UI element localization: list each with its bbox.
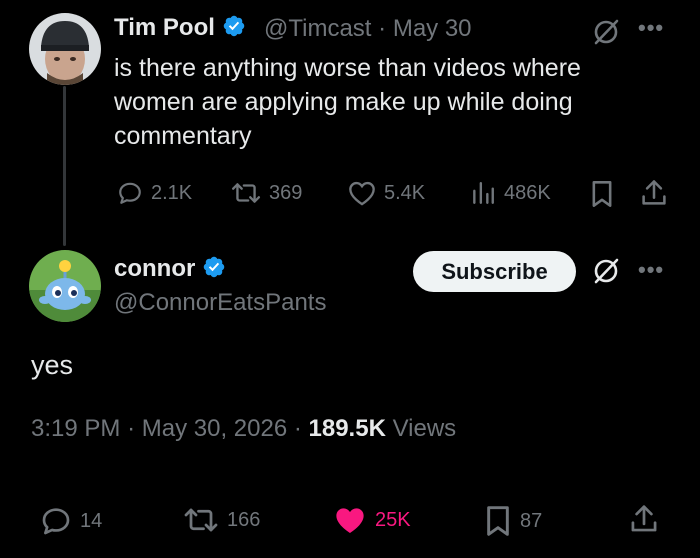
- share-icon[interactable]: [629, 503, 659, 540]
- reply-icon: [119, 182, 141, 204]
- reply-count: 2.1K: [151, 181, 193, 204]
- repost-count: 369: [269, 181, 303, 204]
- tweet-date[interactable]: May 30: [393, 15, 472, 42]
- separator: ·: [127, 415, 136, 442]
- reply-author-name-text[interactable]: connor: [114, 255, 195, 282]
- views-button[interactable]: 486K: [470, 180, 551, 206]
- verified-icon: [222, 14, 246, 45]
- tweet-text-line: women are applying make up while doing: [114, 88, 573, 116]
- like-icon: [349, 181, 375, 206]
- verified-icon: [202, 255, 226, 286]
- views-label: Views: [392, 415, 457, 442]
- tweet-full-date[interactable]: May 30, 2026: [142, 415, 287, 442]
- reply-icon: [42, 508, 70, 535]
- reply-button[interactable]: 14: [40, 505, 102, 537]
- separator: ·: [378, 15, 387, 42]
- subscribe-button[interactable]: Subscribe: [413, 251, 576, 292]
- like-count: 5.4K: [384, 181, 426, 204]
- tweet-time[interactable]: 3:19 PM: [31, 415, 120, 442]
- author-name-text[interactable]: Tim Pool: [114, 14, 215, 41]
- bookmark-icon: [487, 506, 509, 536]
- thread-line: [63, 86, 66, 246]
- tweet-text: is there anything worse than videos wher…: [114, 51, 674, 153]
- bookmark-count: 87: [520, 509, 543, 532]
- avatar-tim-pool[interactable]: [29, 13, 101, 85]
- views-count: 486K: [504, 181, 551, 204]
- author-name[interactable]: Tim Pool: [114, 14, 246, 45]
- repost-button[interactable]: 369: [231, 180, 302, 206]
- reply-author-name[interactable]: connor: [114, 255, 226, 286]
- reply-button[interactable]: 2.1K: [117, 180, 192, 206]
- grok-icon[interactable]: [591, 17, 621, 52]
- separator: ·: [293, 415, 302, 442]
- more-icon[interactable]: •••: [638, 257, 664, 283]
- like-button[interactable]: 5.4K: [348, 180, 425, 206]
- share-icon[interactable]: [640, 178, 668, 213]
- repost-button[interactable]: 166: [183, 505, 260, 535]
- views-icon: [473, 182, 494, 204]
- bookmark-icon[interactable]: [590, 180, 614, 213]
- more-icon[interactable]: •••: [638, 15, 664, 41]
- reply-text: yes: [31, 350, 74, 380]
- like-button[interactable]: 25K: [333, 505, 411, 535]
- author-handle[interactable]: @Timcast: [264, 15, 371, 42]
- like-icon: [336, 508, 364, 533]
- tweet-text-line: is there anything worse than videos wher…: [114, 54, 581, 82]
- repost-count: 166: [227, 508, 261, 531]
- tweet-text-line: commentary: [114, 122, 252, 150]
- repost-icon: [231, 183, 261, 203]
- avatar-connor[interactable]: [29, 250, 101, 322]
- views-count[interactable]: 189.5K: [309, 415, 386, 442]
- handle-and-date: @Timcast · May 30: [264, 15, 472, 43]
- grok-icon[interactable]: [591, 256, 621, 291]
- like-count: 25K: [375, 508, 411, 531]
- bookmark-button[interactable]: 87: [484, 505, 542, 537]
- tweet-meta: 3:19 PM · May 30, 2026 · 189.5K Views: [31, 415, 456, 443]
- reply-count: 14: [80, 509, 103, 532]
- reply-author-handle[interactable]: @ConnorEatsPants: [114, 289, 326, 317]
- repost-icon: [184, 508, 218, 532]
